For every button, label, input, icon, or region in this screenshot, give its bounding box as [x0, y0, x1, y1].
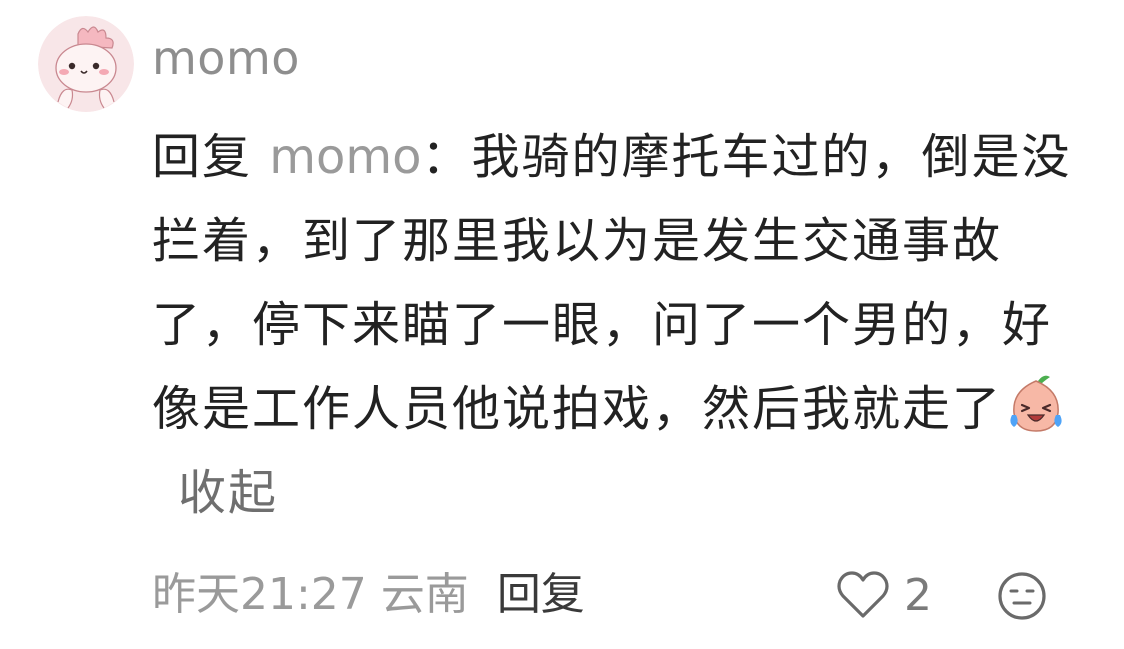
pink-cartoon-avatar-icon: [38, 16, 134, 112]
comment-meta: 昨天21:27 云南 回复: [152, 565, 585, 625]
crying-laughing-emoji-icon: [1004, 371, 1068, 435]
collapse-link[interactable]: 收起: [178, 465, 278, 521]
heart-outline-icon: [837, 571, 889, 618]
comment-item: momo 回复 momo：我骑的摩托车过的，倒是没拦着，到了那里我以为是发生交通…: [0, 0, 1124, 649]
avatar[interactable]: [38, 16, 134, 112]
reply-colon: ：: [421, 129, 472, 185]
reply-button[interactable]: 回复: [497, 569, 585, 620]
dislike-button[interactable]: [996, 570, 1048, 622]
dislike-face-icon: [998, 572, 1046, 620]
comment-location: 云南: [380, 569, 469, 620]
username[interactable]: momo: [152, 30, 300, 86]
like-button[interactable]: 2: [836, 565, 932, 625]
reply-target-name[interactable]: momo: [269, 129, 421, 185]
reply-label: 回复: [152, 129, 253, 185]
comment-time: 昨天21:27: [152, 569, 367, 620]
comment-body: 回复 momo：我骑的摩托车过的，倒是没拦着，到了那里我以为是发生交通事故了，停…: [152, 115, 1092, 535]
like-count: 2: [904, 569, 932, 621]
